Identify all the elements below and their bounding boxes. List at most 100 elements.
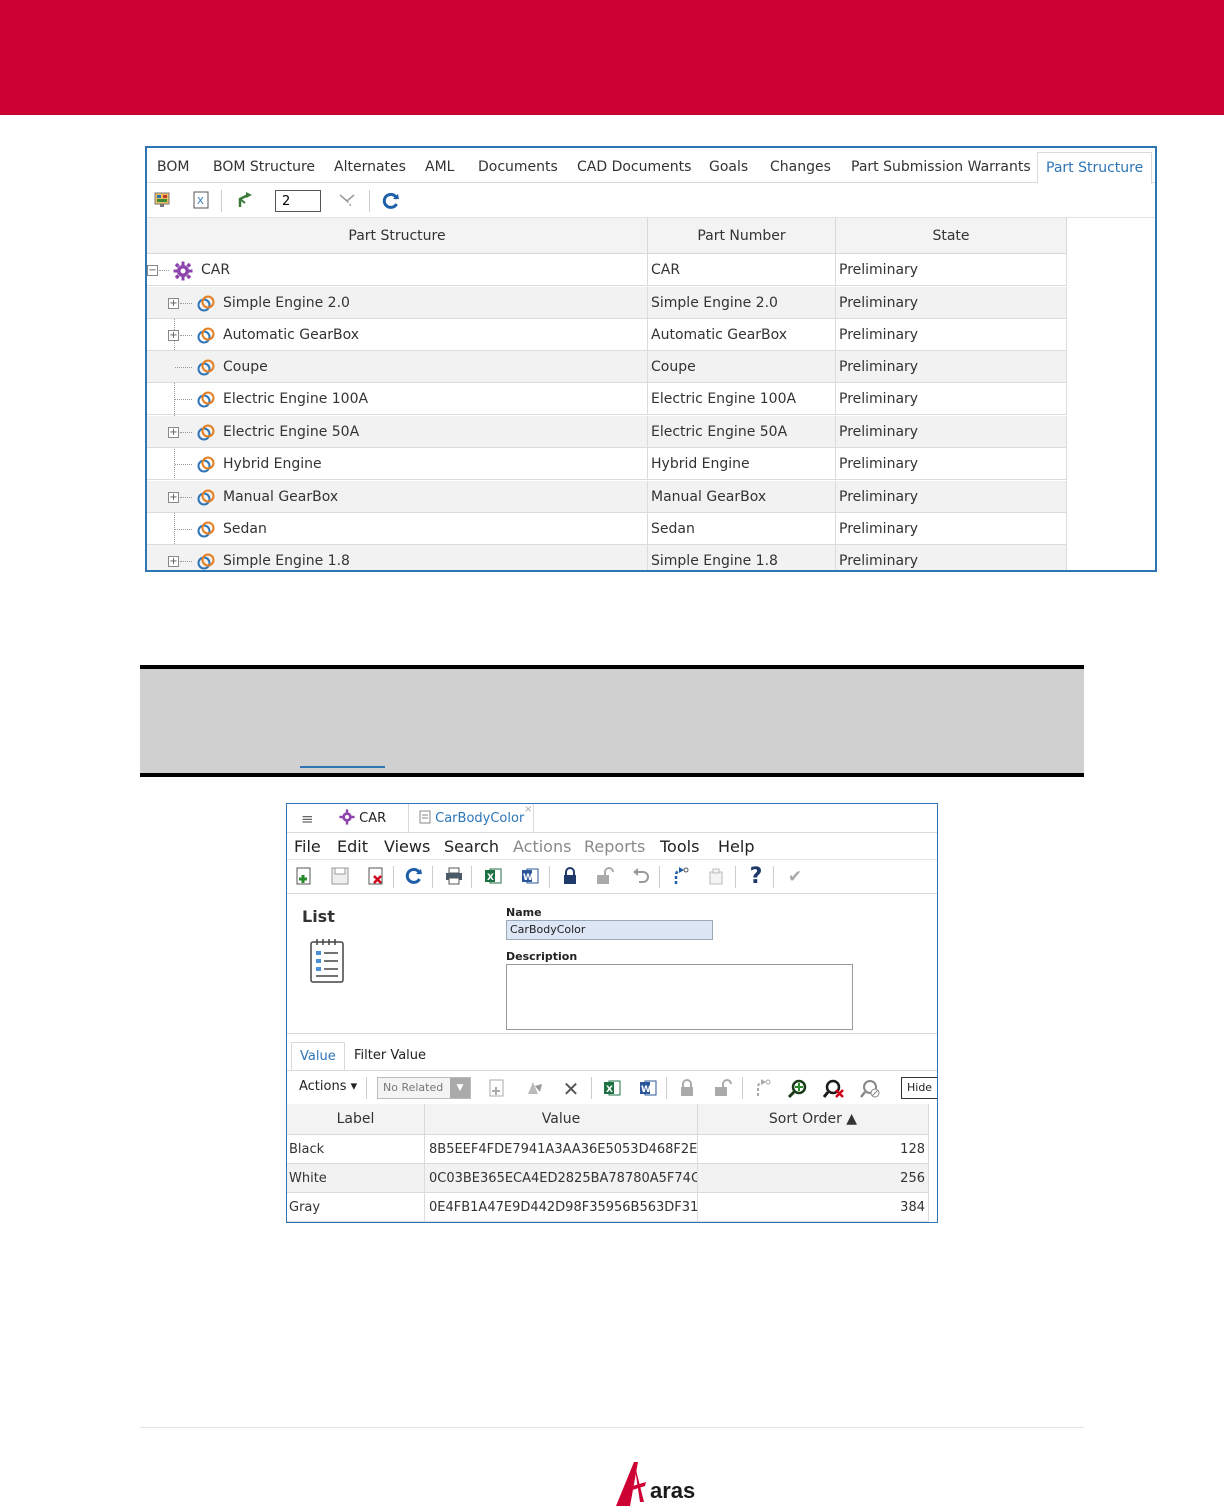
lock-icon[interactable] <box>559 866 581 888</box>
undo-icon[interactable] <box>630 866 652 888</box>
part-link-icon <box>196 552 216 570</box>
excel-icon[interactable]: X <box>482 866 504 888</box>
column-header-part-structure[interactable]: Part Structure <box>147 218 648 254</box>
expand-node-icon[interactable]: + <box>168 556 179 567</box>
part-state: Preliminary <box>836 416 1067 448</box>
hide-button[interactable]: Hide <box>901 1077 937 1099</box>
column-header-label[interactable]: Label <box>287 1104 425 1135</box>
show-item-icon[interactable] <box>787 1078 809 1100</box>
svg-text:X: X <box>606 1085 613 1095</box>
pick-replace-icon[interactable] <box>524 1078 546 1100</box>
unlock-icon[interactable] <box>712 1078 734 1100</box>
menu-edit[interactable]: Edit <box>337 834 368 860</box>
tab-cad-documents[interactable]: CAD Documents <box>577 152 691 183</box>
menu-actions[interactable]: Actions <box>513 834 571 860</box>
column-header-value[interactable]: Value <box>425 1104 698 1135</box>
tab-value[interactable]: Value <box>291 1042 345 1070</box>
refresh-icon[interactable] <box>381 191 401 211</box>
menu-search[interactable]: Search <box>444 834 499 860</box>
table-row[interactable]: Black 8B5EEF4FDE7941A3AA36E5053D468F2E 1… <box>287 1135 929 1164</box>
svg-text:aras: aras <box>650 1478 695 1503</box>
tree-grid-icon[interactable] <box>152 191 172 211</box>
tab-bom[interactable]: BOM <box>157 152 189 183</box>
menu-tools[interactable]: Tools <box>660 834 699 860</box>
tab-car[interactable]: CAR <box>339 804 386 833</box>
promote-icon[interactable] <box>751 1078 773 1100</box>
description-field[interactable] <box>506 964 853 1030</box>
hamburger-menu-icon[interactable]: ≡ <box>301 804 314 833</box>
part-state: Preliminary <box>836 513 1067 545</box>
menu-file[interactable]: File <box>294 834 321 860</box>
expand-node-icon[interactable]: + <box>168 427 179 438</box>
part-state: Preliminary <box>836 383 1067 415</box>
lock-icon[interactable] <box>676 1078 698 1100</box>
tab-aml[interactable]: AML <box>425 152 454 183</box>
table-row[interactable]: + Manual GearBox Manual GearBox Prelimin… <box>147 481 1067 513</box>
delete-icon[interactable] <box>365 866 387 888</box>
delete-row-icon[interactable]: ✕ <box>560 1078 582 1100</box>
name-field[interactable]: CarBodyColor <box>506 920 713 940</box>
tab-goals[interactable]: Goals <box>709 152 748 183</box>
table-row[interactable]: Hybrid Engine Hybrid Engine Preliminary <box>147 448 1067 480</box>
new-item-icon[interactable] <box>293 866 315 888</box>
tab-documents[interactable]: Documents <box>478 152 558 183</box>
column-header-part-number[interactable]: Part Number <box>648 218 836 254</box>
table-row[interactable]: Electric Engine 100A Electric Engine 100… <box>147 383 1067 415</box>
part-link-icon <box>196 390 216 410</box>
column-header-sort-order[interactable]: Sort Order ▲ <box>698 1104 929 1135</box>
expand-node-icon[interactable]: + <box>168 330 179 341</box>
claim-icon[interactable] <box>705 866 727 888</box>
depth-input[interactable] <box>275 190 321 212</box>
unlock-icon[interactable] <box>594 866 616 888</box>
tab-part-structure[interactable]: Part Structure <box>1037 152 1153 184</box>
table-row[interactable]: + Simple Engine 2.0 Simple Engine 2.0 Pr… <box>147 287 1067 319</box>
tab-changes[interactable]: Changes <box>770 152 831 183</box>
part-number: Electric Engine 50A <box>648 416 836 448</box>
tab-bom-structure[interactable]: BOM Structure <box>213 152 315 183</box>
done-check-icon[interactable]: ✔ <box>784 866 806 888</box>
banner-link-underline[interactable] <box>300 766 385 768</box>
word-icon[interactable]: W <box>637 1078 659 1100</box>
table-row[interactable]: Coupe Coupe Preliminary <box>147 351 1067 383</box>
tab-filter-value[interactable]: Filter Value <box>354 1042 426 1070</box>
help-icon[interactable]: ? <box>745 866 767 888</box>
promote-icon[interactable] <box>669 866 691 888</box>
part-structure-panel: BOM BOM Structure Alternates AML Documen… <box>145 146 1157 572</box>
hide-item-icon[interactable] <box>822 1078 845 1100</box>
table-row[interactable]: White 0C03BE365ECA4ED2825BA78780A5F74C 2… <box>287 1164 929 1193</box>
tab-alternates[interactable]: Alternates <box>334 152 406 183</box>
refresh-icon[interactable] <box>403 866 425 888</box>
table-row[interactable]: − CAR CAR Preliminary <box>147 254 1067 286</box>
no-related-select[interactable]: No Related ▼ <box>377 1077 471 1099</box>
tab-carbodycolor[interactable]: CarBodyColor × <box>408 804 534 833</box>
collapse-icon[interactable] <box>337 191 357 211</box>
table-row[interactable]: + Automatic GearBox Automatic GearBox Pr… <box>147 319 1067 351</box>
tab-part-submission-warrants[interactable]: Part Submission Warrants <box>851 152 1031 183</box>
menu-views[interactable]: Views <box>384 834 430 860</box>
menu-reports[interactable]: Reports <box>584 834 645 860</box>
add-row-icon[interactable] <box>486 1078 508 1100</box>
save-icon[interactable] <box>329 866 351 888</box>
close-tab-icon[interactable]: × <box>524 804 532 825</box>
menu-help[interactable]: Help <box>718 834 754 860</box>
export-excel-icon[interactable]: X <box>191 191 211 211</box>
expand-node-icon[interactable]: + <box>168 298 179 309</box>
table-row[interactable]: + Simple Engine 1.8 Simple Engine 1.8 Pr… <box>147 545 1067 570</box>
table-row[interactable]: Gray 0E4FB1A47E9D442D98F35956B563DF31 38… <box>287 1193 929 1222</box>
row-label: Gray <box>287 1193 425 1222</box>
search-filter-icon[interactable] <box>859 1078 881 1100</box>
collapse-node-icon[interactable]: − <box>147 265 158 276</box>
table-row[interactable]: + Electric Engine 50A Electric Engine 50… <box>147 416 1067 448</box>
word-icon[interactable]: W <box>519 866 541 888</box>
expand-node-icon[interactable]: + <box>168 492 179 503</box>
table-row[interactable]: Sedan Sedan Preliminary <box>147 513 1067 545</box>
part-number: Simple Engine 2.0 <box>648 287 836 319</box>
actions-dropdown[interactable]: Actions ▾ <box>299 1079 357 1094</box>
part-name: Automatic GearBox <box>223 327 360 343</box>
relationship-tabs: BOM BOM Structure Alternates AML Documen… <box>147 148 1155 184</box>
row-value: 8B5EEF4FDE7941A3AA36E5053D468F2E <box>425 1135 698 1164</box>
print-icon[interactable] <box>443 866 465 888</box>
expand-levels-icon[interactable] <box>235 191 255 211</box>
excel-icon[interactable]: X <box>601 1078 623 1100</box>
column-header-state[interactable]: State <box>836 218 1067 254</box>
